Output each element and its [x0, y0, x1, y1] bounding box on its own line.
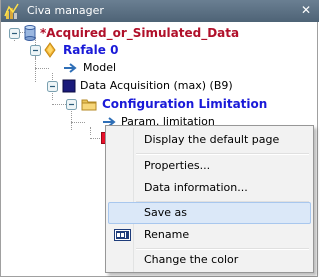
menu-item-label: Change the color	[144, 253, 239, 266]
tree-node-acquisition[interactable]: Data Acquisition (max) (B9)	[1, 77, 317, 95]
civa-manager-window: Civa manager ✕ *Acquired_or_Simulated_Da…	[0, 0, 319, 277]
tree-node-root-label: *Acquired_or_Simulated_Data	[40, 26, 240, 40]
menu-item-label: Display the default page	[144, 133, 280, 146]
civa-app-icon	[4, 3, 19, 19]
collapse-icon[interactable]	[9, 28, 20, 39]
collapse-icon[interactable]	[47, 81, 58, 92]
menu-item-rename[interactable]: Rename	[108, 224, 311, 246]
title-bar[interactable]: Civa manager ✕	[1, 0, 319, 22]
tree-node-config[interactable]: Configuration Limitation	[1, 95, 317, 113]
menu-item-display-default-page[interactable]: Display the default page	[108, 129, 311, 151]
tree-node-model-label: Model	[83, 61, 117, 74]
menu-item-save-as[interactable]: Save as	[108, 202, 311, 224]
collapse-icon[interactable]	[30, 45, 41, 56]
folder-icon	[81, 99, 97, 111]
square-icon	[62, 79, 76, 93]
menu-item-label: Data information...	[144, 181, 248, 194]
collapse-icon[interactable]	[66, 99, 77, 110]
menu-item-label: Properties...	[144, 159, 211, 172]
menu-item-change-color[interactable]: Change the color	[108, 249, 311, 271]
cylinder-icon	[24, 25, 36, 41]
diamond-icon	[44, 42, 56, 58]
rename-icon	[114, 229, 131, 241]
tree-node-rafale-label: Rafale 0	[63, 43, 119, 57]
window-title: Civa manager	[27, 4, 104, 17]
context-menu: Display the default page Properties... D…	[105, 125, 314, 273]
tree-node-model[interactable]: Model	[1, 59, 317, 77]
tree-node-config-label: Configuration Limitation	[102, 97, 268, 111]
menu-item-data-information[interactable]: Data information...	[108, 177, 311, 199]
tree-node-root[interactable]: *Acquired_or_Simulated_Data	[1, 24, 317, 42]
menu-item-properties[interactable]: Properties...	[108, 155, 311, 177]
tree-node-rafale[interactable]: Rafale 0	[1, 41, 317, 59]
arrow-right-icon	[64, 63, 77, 73]
tree-node-acquisition-label: Data Acquisition (max) (B9)	[80, 79, 233, 92]
close-icon[interactable]: ✕	[299, 3, 313, 17]
menu-item-label: Save as	[144, 206, 187, 219]
menu-item-label: Rename	[144, 228, 190, 241]
